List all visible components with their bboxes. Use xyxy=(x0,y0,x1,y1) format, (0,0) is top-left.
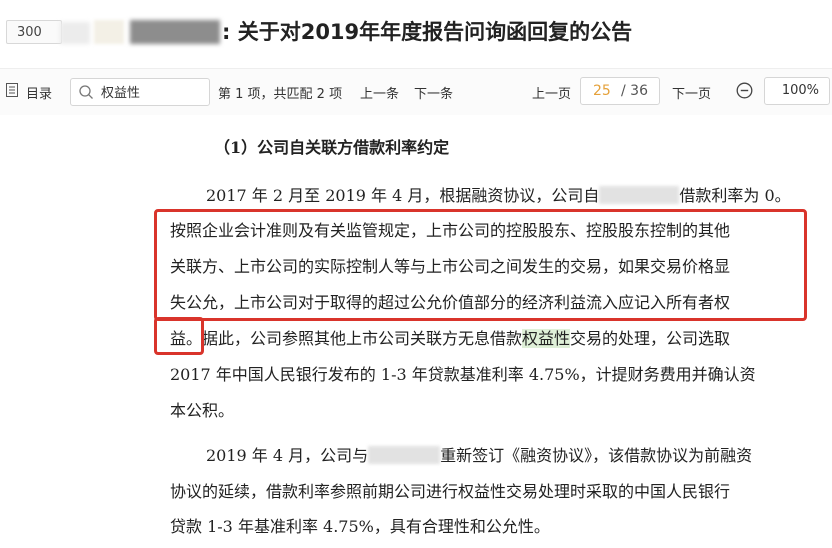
current-page[interactable]: 25 xyxy=(593,78,611,104)
section-heading: （1）公司自关联方借款利率约定 xyxy=(214,138,450,157)
redacted-text xyxy=(599,186,680,204)
total-pages: / 36 xyxy=(621,83,648,99)
doc-line: 2017 年中国人民银行发布的 1-3 年贷款基准利率 4.75%，计提财务费用… xyxy=(170,365,756,384)
prev-match-button[interactable]: 上一条 xyxy=(360,83,399,102)
search-box[interactable] xyxy=(70,78,210,106)
zoom-level-field[interactable]: 100% xyxy=(764,77,830,105)
text-span: 重新签订《融资协议》，该借款协议为前融资 xyxy=(440,446,753,465)
text-span: 据此，公司参照其他上市公司关联方无息借款 xyxy=(202,329,523,348)
stock-code-box: 300 xyxy=(6,20,62,44)
text-span: 借款利率为 0。 xyxy=(679,186,791,205)
zoom-out-icon[interactable] xyxy=(736,82,753,99)
redacted-company-part2 xyxy=(94,20,124,44)
stock-code: 300 xyxy=(17,25,42,40)
next-match-button[interactable]: 下一条 xyxy=(414,83,453,102)
toc-icon[interactable] xyxy=(6,83,18,97)
text-span: 2017 年 2 月至 2019 年 4 月，根据融资协议，公司自 xyxy=(206,186,600,205)
redacted-text xyxy=(368,446,441,464)
redacted-company-name xyxy=(130,20,220,44)
text-span: 2019 年 4 月，公司与 xyxy=(206,446,369,465)
next-page-button[interactable]: 下一页 xyxy=(672,83,711,102)
match-info: 第 1 项，共匹配 2 项 xyxy=(218,87,343,102)
page-title: : 关于对2019年年度报告问询函回复的公告 xyxy=(222,20,633,44)
title-bar: 300 : 关于对2019年年度报告问询函回复的公告 xyxy=(0,0,832,68)
search-icon xyxy=(79,85,93,99)
prev-page-button[interactable]: 上一页 xyxy=(532,83,571,102)
redacted-company-part1 xyxy=(60,22,90,44)
doc-line: 本公积。 xyxy=(170,401,235,420)
search-match-highlight: 权益性 xyxy=(522,329,571,348)
annotation-box-main xyxy=(154,209,807,321)
doc-line: 2017 年 2 月至 2019 年 4 月，根据融资协议，公司自 借款利率为 0… xyxy=(206,185,791,207)
doc-line: 益。据此，公司参照其他上市公司关联方无息借款权益性交易的处理，公司选取 xyxy=(170,328,730,350)
toc-button[interactable]: 目录 xyxy=(26,83,52,102)
text-span: 交易的处理，公司选取 xyxy=(570,329,731,348)
doc-line: 协议的延续，借款利率参照前期公司进行权益性交易处理时采取的中国人民银行 xyxy=(170,482,731,501)
page-number-field[interactable]: 25 / 36 xyxy=(580,77,660,105)
doc-line: 2019 年 4 月，公司与 重新签订《融资协议》，该借款协议为前融资 xyxy=(206,445,752,467)
annotation-box-small xyxy=(154,317,204,355)
toolbar: 目录 第 1 项，共匹配 2 项 上一条 下一条 上一页 下一页 xyxy=(0,68,832,116)
doc-line: 贷款 1-3 年基准利率 4.75%，具有合理性和公允性。 xyxy=(170,517,550,536)
document-page: （1）公司自关联方借款利率约定 2017 年 2 月至 2019 年 4 月，根… xyxy=(0,115,832,548)
search-input[interactable] xyxy=(101,84,201,99)
